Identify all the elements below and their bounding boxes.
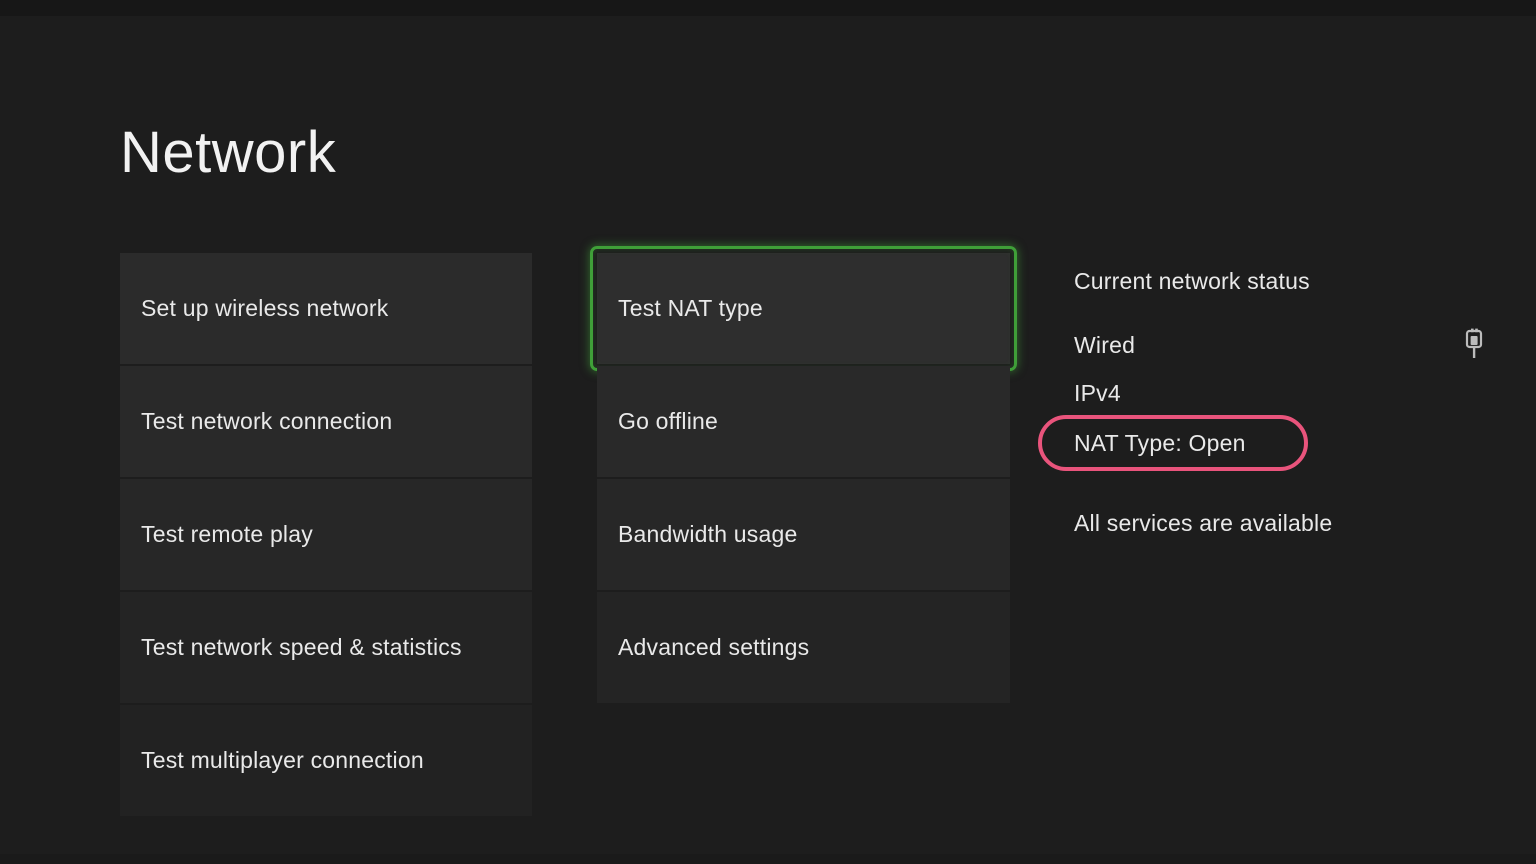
tile-label: Test remote play (141, 521, 313, 547)
tile-label: Set up wireless network (141, 295, 389, 321)
tile-test-remote-play[interactable]: Test remote play (120, 479, 532, 590)
status-nat-type: NAT Type: Open (1074, 430, 1246, 456)
tile-set-up-wireless-network[interactable]: Set up wireless network (120, 253, 532, 364)
tile-label: Test multiplayer connection (141, 747, 424, 773)
status-ip-version: IPv4 (1074, 380, 1121, 406)
tile-label: Test network connection (141, 408, 393, 434)
status-services-availability: All services are available (1074, 510, 1333, 536)
left-settings-column: Set up wireless network Test network con… (120, 253, 532, 818)
middle-settings-column: Test NAT type Go offline Bandwidth usage… (590, 246, 1017, 705)
tile-go-offline[interactable]: Go offline (597, 366, 1010, 477)
tile-advanced-settings[interactable]: Advanced settings (597, 592, 1010, 703)
tile-label: Advanced settings (618, 634, 810, 660)
tile-test-nat-type[interactable]: Test NAT type (590, 246, 1017, 371)
tile-bandwidth-usage[interactable]: Bandwidth usage (597, 479, 1010, 590)
xbox-network-settings-screen: Network Set up wireless network Test net… (0, 0, 1536, 864)
wired-plug-icon (1465, 328, 1483, 358)
status-panel-heading: Current network status (1074, 268, 1310, 294)
tile-test-network-speed-statistics[interactable]: Test network speed & statistics (120, 592, 532, 703)
tile-label: Go offline (618, 408, 719, 434)
tile-label: Bandwidth usage (618, 521, 798, 547)
page-title: Network (120, 120, 337, 185)
tile-label: Test NAT type (618, 295, 763, 321)
status-connection-type: Wired (1074, 332, 1136, 358)
letterbox-top-bar (0, 0, 1536, 16)
letterbox-bottom-bar (0, 854, 1536, 864)
tile-test-multiplayer-connection[interactable]: Test multiplayer connection (120, 705, 532, 816)
tile-label: Test network speed & statistics (141, 634, 462, 660)
tile-test-network-connection[interactable]: Test network connection (120, 366, 532, 477)
